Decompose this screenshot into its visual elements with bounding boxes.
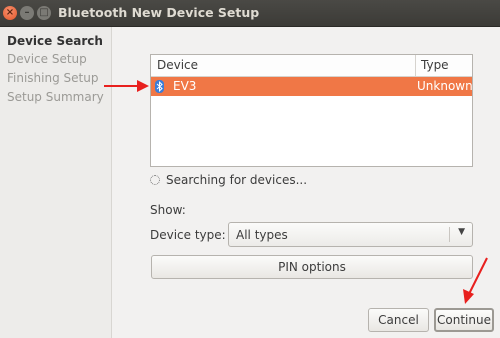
close-window-icon[interactable]: × — [3, 6, 17, 20]
device-type-value: All types — [236, 228, 288, 242]
device-row-selected[interactable]: EV3 Unknown — [151, 77, 473, 96]
device-list[interactable]: Device Type EV3 Unknown — [150, 54, 473, 167]
title-bar: × – □ Bluetooth New Device Setup — [0, 0, 500, 27]
column-type-header[interactable]: Type — [421, 58, 449, 72]
step-device-setup: Device Setup — [7, 52, 87, 66]
column-device-header[interactable]: Device — [157, 58, 198, 72]
window-title: Bluetooth New Device Setup — [58, 5, 260, 20]
device-type-select[interactable]: All types ▼ — [228, 222, 473, 247]
step-finishing-setup: Finishing Setup — [7, 71, 99, 85]
combo-separator — [449, 227, 450, 242]
setup-window: × – □ Bluetooth New Device Setup Device … — [0, 0, 500, 338]
spinner-icon — [150, 175, 160, 185]
step-device-search: Device Search — [7, 34, 103, 48]
search-status: Searching for devices... — [150, 173, 307, 187]
continue-button[interactable]: Continue — [434, 308, 494, 332]
step-setup-summary: Setup Summary — [7, 90, 104, 104]
device-type-label: Device type: — [150, 228, 226, 242]
pin-options-button[interactable]: PIN options — [151, 255, 473, 279]
device-list-header: Device Type — [151, 55, 472, 77]
bluetooth-icon — [155, 80, 164, 93]
cancel-button[interactable]: Cancel — [368, 308, 429, 332]
column-separator[interactable] — [415, 55, 416, 76]
show-label: Show: — [150, 203, 186, 217]
maximize-window-icon[interactable]: □ — [37, 6, 51, 20]
minimize-window-icon[interactable]: – — [20, 6, 34, 20]
device-type: Unknown — [417, 79, 473, 93]
setup-steps-sidebar: Device Search Device Setup Finishing Set… — [0, 27, 112, 338]
device-name: EV3 — [173, 79, 197, 93]
search-status-text: Searching for devices... — [166, 173, 308, 187]
dropdown-arrow-icon: ▼ — [458, 227, 465, 237]
